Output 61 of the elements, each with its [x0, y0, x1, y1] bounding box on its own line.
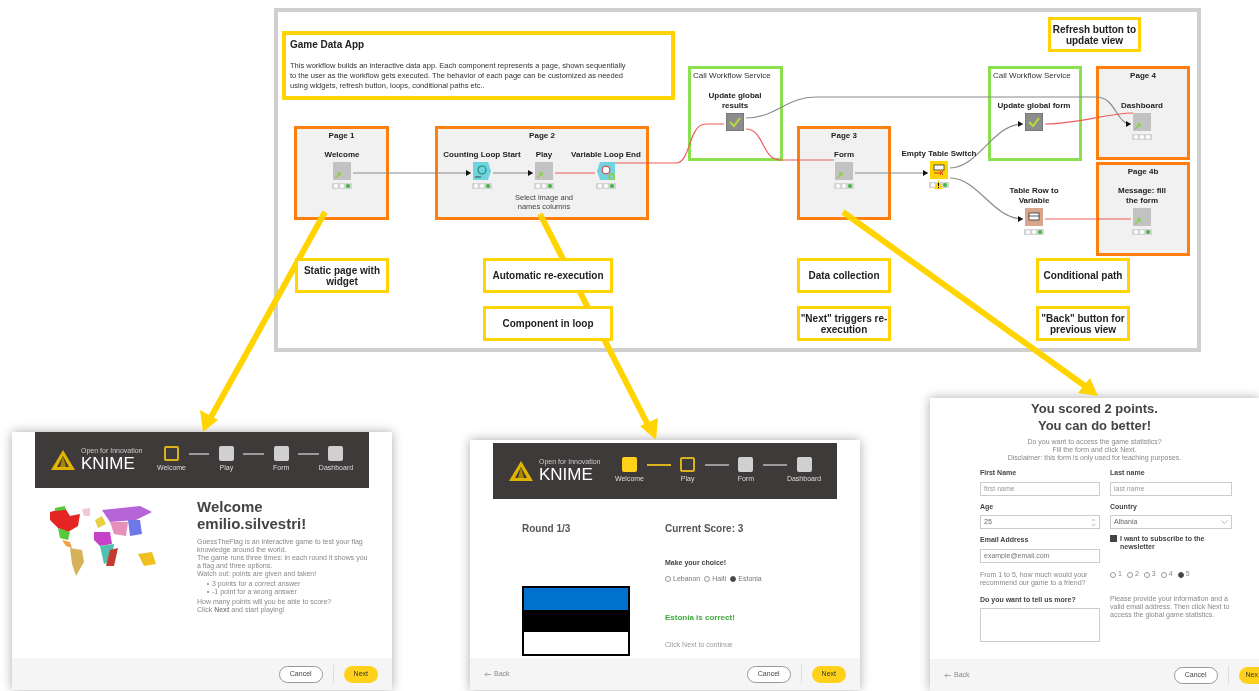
score-heading: You scored 2 points.: [1031, 400, 1158, 417]
loop-start-node-icon[interactable]: [473, 162, 491, 180]
frame-title: Call Workflow Service: [993, 70, 1072, 82]
logo-icon: [51, 450, 75, 470]
arrow-left-icon[interactable]: [484, 671, 491, 677]
check-node-icon[interactable]: [726, 113, 744, 131]
score-heading: You can do better!: [1037, 417, 1152, 434]
component-node-icon[interactable]: [535, 162, 553, 180]
component-node-icon[interactable]: [1133, 208, 1151, 226]
component-node-icon[interactable]: [1133, 113, 1151, 131]
frame-title: Page 4b: [1126, 166, 1160, 178]
chevron-down-icon[interactable]: [1221, 520, 1228, 524]
frame-title: Page 1: [327, 130, 356, 142]
frame-title: Page 2: [528, 130, 556, 142]
callout-text: Conditional path: [1043, 270, 1123, 281]
radio-button[interactable]: [704, 575, 711, 582]
checkbox[interactable]: [1110, 535, 1117, 542]
result-message: Estonia is correct!: [665, 612, 736, 624]
radio-button[interactable]: [1177, 571, 1184, 578]
callout-text: "Back" button for previous view: [1040, 312, 1126, 335]
node-label: Variable Loop End: [571, 150, 641, 160]
radio-button[interactable]: [1143, 571, 1150, 578]
callout-text: Component in loop: [502, 318, 594, 329]
radio-button[interactable]: [730, 575, 737, 582]
node-label: Play: [535, 150, 553, 160]
logo-icon: [509, 461, 533, 481]
table-node-icon[interactable]: [1025, 208, 1043, 226]
node-label: Message: fill the form: [1117, 186, 1167, 206]
node-label: Welcome: [324, 150, 360, 160]
node-label: Update global form: [997, 101, 1071, 111]
spinner-icon[interactable]: [1091, 517, 1096, 527]
frame-title: Page 4: [1129, 70, 1157, 82]
component-node-icon[interactable]: [333, 162, 351, 180]
frame-title: Page 3: [830, 130, 858, 142]
node-label: Dashboard: [1121, 101, 1163, 111]
welcome-heading: Welcome emilio.silvestri!: [197, 498, 307, 532]
radio-button[interactable]: [1110, 571, 1116, 578]
node-label: Update global results: [707, 91, 763, 111]
annotation-title: Game Data App: [290, 38, 366, 52]
callout-text: Refresh button to update view: [1051, 23, 1138, 46]
data-connection: [492, 170, 534, 176]
node-label: Counting Loop Start: [443, 150, 521, 160]
node-label: Table Row to Variable: [1008, 186, 1060, 206]
round-label: Round 1/3: [522, 522, 572, 536]
radio-button[interactable]: [1126, 571, 1133, 578]
component-node-icon[interactable]: [835, 162, 853, 180]
radio-button[interactable]: [665, 575, 671, 582]
callout-text: "Next" triggers re-execution: [800, 312, 888, 335]
logo-text: KNIME: [81, 455, 136, 473]
callout-text: Automatic re-execution: [492, 270, 604, 281]
node-label: Form: [834, 150, 854, 160]
node-label: Empty Table Switch: [901, 149, 977, 159]
check-node-icon[interactable]: [1025, 113, 1043, 131]
frame-title: Call Workflow Service: [693, 70, 772, 82]
score-label: Current Score: 3: [665, 522, 745, 536]
callout-text: Static page with widget: [302, 264, 382, 287]
arrow-left-icon[interactable]: [944, 672, 951, 678]
logo-text: KNIME: [539, 466, 594, 484]
radio-button[interactable]: [1160, 571, 1167, 578]
text-area[interactable]: [980, 608, 1100, 642]
callout-text: Data collection: [808, 270, 880, 281]
